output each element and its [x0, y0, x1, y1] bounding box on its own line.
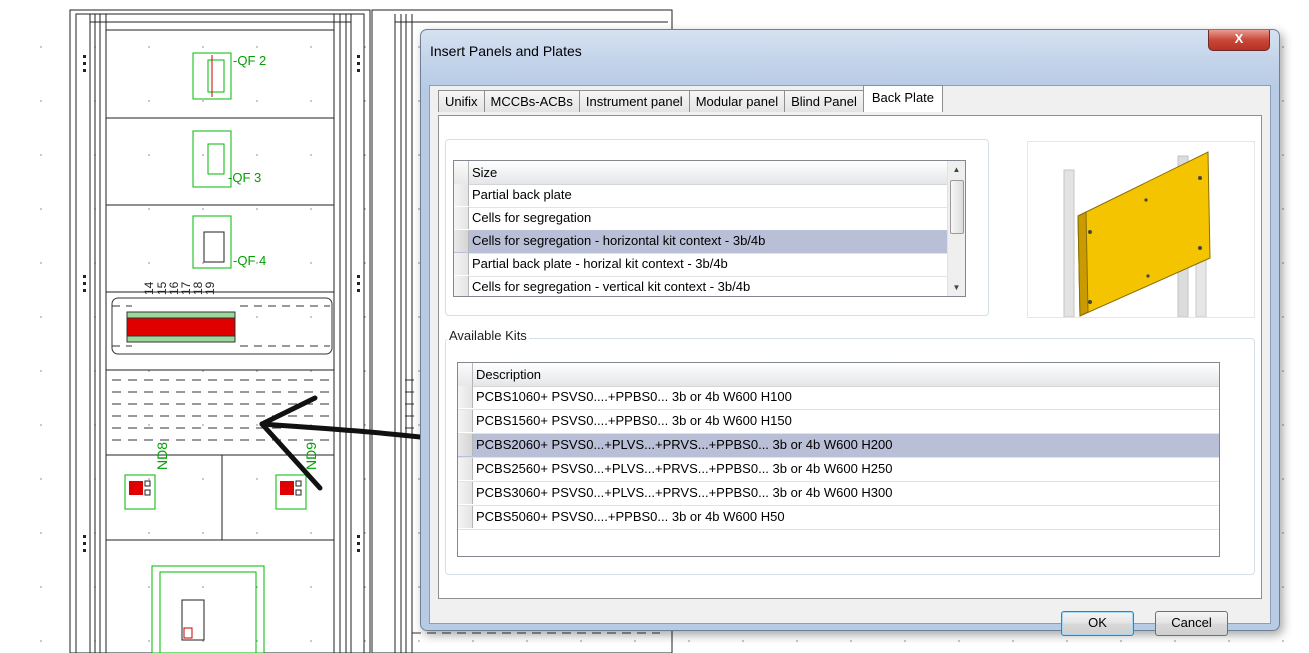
tab-instrument-panel[interactable]: Instrument panel: [578, 90, 690, 112]
kit-row[interactable]: PCBS2560+ PSVS0...+PLVS...+PRVS...+PPBS0…: [458, 458, 1219, 482]
kit-row[interactable]: PCBS1060+ PSVS0....+PPBS0... 3b or 4b W6…: [458, 386, 1219, 410]
description-column-header[interactable]: Description: [476, 363, 541, 386]
tab-strip: Unifix MCCBs-ACBs Instrument panel Modul…: [438, 85, 944, 112]
breaker-qf2: [192, 52, 232, 100]
label-nd8: ND8: [154, 442, 170, 470]
dialog-title: Insert Panels and Plates: [430, 43, 582, 59]
kit-row-selected[interactable]: PCBS2060+ PSVS0...+PLVS...+PRVS...+PPBS0…: [458, 434, 1219, 458]
ok-button[interactable]: OK: [1061, 611, 1134, 636]
insert-panels-dialog: Insert Panels and Plates X Unifix MCCBs-…: [420, 29, 1280, 636]
scroll-down-icon[interactable]: ▼: [948, 279, 965, 296]
terminal-numbers: 14 15 16 17 18 19: [142, 281, 217, 295]
close-button[interactable]: X: [1208, 30, 1270, 51]
tab-modular-panel[interactable]: Modular panel: [688, 90, 786, 112]
size-row[interactable]: Cells for segregation - vertical kit con…: [454, 276, 965, 296]
size-row[interactable]: Partial back plate: [454, 184, 965, 208]
terminal-block: [126, 311, 236, 343]
breaker-qf3: [192, 130, 232, 188]
svg-text:14: 14: [142, 281, 156, 295]
close-icon: X: [1234, 31, 1244, 46]
size-row[interactable]: Partial back plate - horizal kit context…: [454, 253, 965, 277]
svg-text:19: 19: [203, 281, 217, 295]
size-row[interactable]: Cells for segregation: [454, 207, 965, 231]
scroll-up-icon[interactable]: ▲: [948, 161, 965, 178]
kit-row[interactable]: PCBS1560+ PSVS0....+PPBS0... 3b or 4b W6…: [458, 410, 1219, 434]
label-qf3: -QF 3: [228, 170, 261, 185]
size-grid-scrollbar[interactable]: ▲ ▼: [947, 161, 965, 296]
back-plate-tab-page: Size Partial back plate Cells for segreg…: [438, 115, 1262, 599]
cancel-button[interactable]: Cancel: [1155, 611, 1228, 636]
back-plate-image: [1063, 151, 1211, 318]
back-plate-preview: [1027, 141, 1255, 318]
tab-mccbs-acbs[interactable]: MCCBs-ACBs: [483, 90, 580, 112]
label-qf2: -QF 2: [233, 53, 266, 68]
scroll-thumb[interactable]: [950, 180, 964, 234]
kits-grid-header: Description: [458, 363, 1219, 387]
tab-unifix[interactable]: Unifix: [438, 90, 485, 112]
tab-back-plate[interactable]: Back Plate: [862, 85, 944, 112]
breaker-qf4: [192, 215, 232, 269]
breaker-bottom: [151, 565, 265, 653]
socket-nd8: [124, 474, 156, 510]
label-nd9: ND9: [303, 442, 319, 470]
size-row-selected[interactable]: Cells for segregation - horizontal kit c…: [454, 230, 948, 254]
kits-grid[interactable]: Description PCBS1060+ PSVS0....+PPBS0...…: [457, 362, 1220, 557]
available-kits-label: Available Kits: [447, 328, 529, 343]
label-qf4: -QF 4: [233, 253, 266, 268]
size-column-header[interactable]: Size: [472, 161, 497, 184]
socket-nd9: [275, 474, 307, 510]
kit-row[interactable]: PCBS5060+ PSVS0....+PPBS0... 3b or 4b W6…: [458, 506, 1219, 530]
dialog-client-area: Unifix MCCBs-ACBs Instrument panel Modul…: [429, 85, 1271, 636]
kit-row[interactable]: PCBS3060+ PSVS0...+PLVS...+PRVS...+PPBS0…: [458, 482, 1219, 506]
tab-blind-panel[interactable]: Blind Panel: [784, 90, 864, 112]
size-grid[interactable]: Size Partial back plate Cells for segreg…: [453, 160, 966, 297]
size-grid-header: Size: [454, 161, 965, 185]
